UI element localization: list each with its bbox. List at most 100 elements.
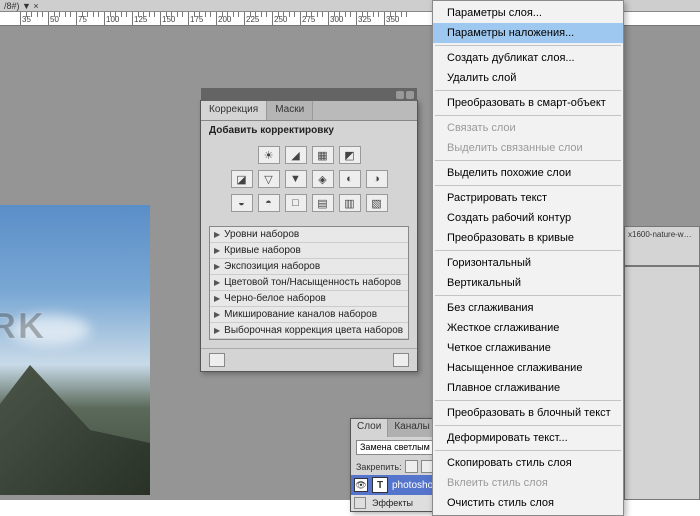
ruler-tick: 250 bbox=[272, 12, 273, 26]
menu-item[interactable]: Создать рабочий контур bbox=[433, 208, 623, 228]
menu-item[interactable]: Растрировать текст bbox=[433, 188, 623, 208]
visibility-icon[interactable]: 👁 bbox=[354, 478, 368, 492]
adjustment-icon[interactable]: ◒ bbox=[231, 194, 253, 212]
ruler-tick: 300 bbox=[328, 12, 329, 26]
panel-close-icon[interactable] bbox=[406, 91, 414, 99]
adjustment-icon[interactable]: ▥ bbox=[339, 194, 361, 212]
footer-icon-right[interactable] bbox=[393, 353, 409, 367]
canvas-image[interactable]: ORK bbox=[0, 205, 150, 495]
adjustment-icon-grid: ☀ ◢ ▦ ◩ ◪ ▽ ▼ ◈ ◐ ◑ ◒ ◓ □ ▤ ▥ ▧ bbox=[201, 140, 417, 222]
disclosure-arrow-icon: ▶ bbox=[214, 278, 220, 287]
preset-item[interactable]: ▶ Экспозиция наборов bbox=[210, 259, 408, 275]
adjustment-icon[interactable]: ◩ bbox=[339, 146, 361, 164]
menu-item[interactable]: Плавное сглаживание bbox=[433, 378, 623, 398]
ruler-tick: 50 bbox=[48, 12, 49, 26]
menu-item[interactable]: Выделить похожие слои bbox=[433, 163, 623, 183]
menu-separator bbox=[435, 450, 621, 451]
menu-item[interactable]: Вертикальный bbox=[433, 273, 623, 293]
adjustment-icon[interactable]: ◓ bbox=[258, 194, 280, 212]
menu-item[interactable]: Горизонтальный bbox=[433, 253, 623, 273]
menu-item: Вклеить стиль слоя bbox=[433, 473, 623, 493]
adjustment-icon[interactable]: ▦ bbox=[312, 146, 334, 164]
adjustment-icon[interactable]: ◪ bbox=[231, 170, 253, 188]
ruler-tick: 350 bbox=[384, 12, 385, 26]
menu-item: Связать слои bbox=[433, 118, 623, 138]
preset-item[interactable]: ▶ Цветовой тон/Насыщенность наборов bbox=[210, 275, 408, 291]
menu-item[interactable]: Деформировать текст... bbox=[433, 428, 623, 448]
menu-item[interactable]: Удалить слой bbox=[433, 68, 623, 88]
ruler-tick: 35 bbox=[20, 12, 21, 26]
footer-icon-left[interactable] bbox=[209, 353, 225, 367]
adjustment-icon[interactable]: ▽ bbox=[258, 170, 280, 188]
adjustment-icon[interactable]: □ bbox=[285, 194, 307, 212]
preset-label: Микширование каналов наборов bbox=[224, 309, 377, 320]
menu-item[interactable]: Преобразовать в блочный текст bbox=[433, 403, 623, 423]
adjustment-icon[interactable]: ◢ bbox=[285, 146, 307, 164]
menu-separator bbox=[435, 250, 621, 251]
preset-label: Экспозиция наборов bbox=[224, 261, 320, 272]
preset-label: Выборочная коррекция цвета наборов bbox=[224, 325, 403, 336]
panel-header-bar[interactable] bbox=[201, 88, 417, 101]
adjustment-icon[interactable]: ◐ bbox=[339, 170, 361, 188]
menu-separator bbox=[435, 425, 621, 426]
adjustment-icon[interactable]: ▼ bbox=[285, 170, 307, 188]
adjustment-icon[interactable]: ▤ bbox=[312, 194, 334, 212]
adjustment-icon[interactable]: ◑ bbox=[366, 170, 388, 188]
menu-item[interactable]: Преобразовать в кривые bbox=[433, 228, 623, 248]
menu-item[interactable]: Параметры слоя... bbox=[433, 3, 623, 23]
menu-item[interactable]: Параметры наложения... bbox=[433, 23, 623, 43]
disclosure-arrow-icon: ▶ bbox=[214, 262, 220, 271]
menu-item[interactable]: Скопировать стиль слоя bbox=[433, 453, 623, 473]
preset-item[interactable]: ▶ Кривые наборов bbox=[210, 243, 408, 259]
menu-item[interactable]: Насыщенное сглаживание bbox=[433, 358, 623, 378]
ruler-tick: 100 bbox=[104, 12, 105, 26]
mini-panel-right: x1600-nature-w… bbox=[624, 226, 700, 266]
adjustments-panel: Коррекция Маски Добавить корректировку ☀… bbox=[200, 100, 418, 372]
preset-label: Кривые наборов bbox=[224, 245, 301, 256]
lock-label: Закрепить: bbox=[356, 462, 402, 472]
menu-separator bbox=[435, 400, 621, 401]
tab-layers[interactable]: Слои bbox=[351, 419, 388, 437]
disclosure-arrow-icon: ▶ bbox=[214, 326, 220, 335]
text-layer-icon[interactable]: T bbox=[372, 477, 388, 493]
disclosure-arrow-icon: ▶ bbox=[214, 246, 220, 255]
ruler-tick: 200 bbox=[216, 12, 217, 26]
tab-channels[interactable]: Каналы bbox=[388, 419, 437, 437]
preset-item[interactable]: ▶Черно-белое наборов bbox=[210, 291, 408, 307]
preset-label: Цветовой тон/Насыщенность наборов bbox=[224, 277, 401, 288]
menu-item[interactable]: Создать дубликат слоя... bbox=[433, 48, 623, 68]
ruler-tick: 325 bbox=[356, 12, 357, 26]
preset-item[interactable]: ▶ Микширование каналов наборов bbox=[210, 307, 408, 323]
preset-item[interactable]: ▶ Выборочная коррекция цвета наборов bbox=[210, 323, 408, 339]
ruler-tick: 150 bbox=[160, 12, 161, 26]
workspace: /8#) ▼ × 3550751001251501752002252502753… bbox=[0, 0, 700, 500]
ruler-tick: 225 bbox=[244, 12, 245, 26]
adjustment-icon[interactable]: ☀ bbox=[258, 146, 280, 164]
mountain-graphic bbox=[0, 365, 150, 495]
adjustment-icon[interactable]: ◈ bbox=[312, 170, 334, 188]
canvas-text-layer[interactable]: ORK bbox=[0, 305, 46, 347]
tab-masks[interactable]: Маски bbox=[267, 101, 313, 120]
preset-label: Уровни наборов bbox=[224, 229, 299, 240]
panel-menu-icon[interactable] bbox=[396, 91, 404, 99]
preset-item[interactable]: ▶Уровни наборов bbox=[210, 227, 408, 243]
menu-item[interactable]: Очистить стиль слоя bbox=[433, 493, 623, 513]
adjustments-footer bbox=[201, 348, 417, 371]
preset-list: ▶Уровни наборов▶Кривые наборов▶Экспозици… bbox=[209, 226, 409, 340]
effects-visibility-icon[interactable] bbox=[354, 497, 366, 509]
menu-item[interactable]: Без сглаживания bbox=[433, 298, 623, 318]
ruler-tick: 275 bbox=[300, 12, 301, 26]
tab-correction[interactable]: Коррекция bbox=[201, 101, 267, 120]
disclosure-arrow-icon: ▶ bbox=[214, 294, 220, 303]
adjustment-icon[interactable]: ▧ bbox=[366, 194, 388, 212]
menu-item[interactable]: Четкое сглаживание bbox=[433, 338, 623, 358]
disclosure-arrow-icon: ▶ bbox=[214, 310, 220, 319]
menu-item[interactable]: Преобразовать в смарт-объект bbox=[433, 93, 623, 113]
menu-item[interactable]: Жесткое сглаживание bbox=[433, 318, 623, 338]
menu-separator bbox=[435, 185, 621, 186]
ruler-tick: 75 bbox=[76, 12, 77, 26]
lock-transparency-icon[interactable] bbox=[405, 460, 418, 473]
adjustments-tabs: Коррекция Маски bbox=[201, 101, 417, 121]
mini-panel-right-2 bbox=[624, 266, 700, 500]
menu-separator bbox=[435, 90, 621, 91]
